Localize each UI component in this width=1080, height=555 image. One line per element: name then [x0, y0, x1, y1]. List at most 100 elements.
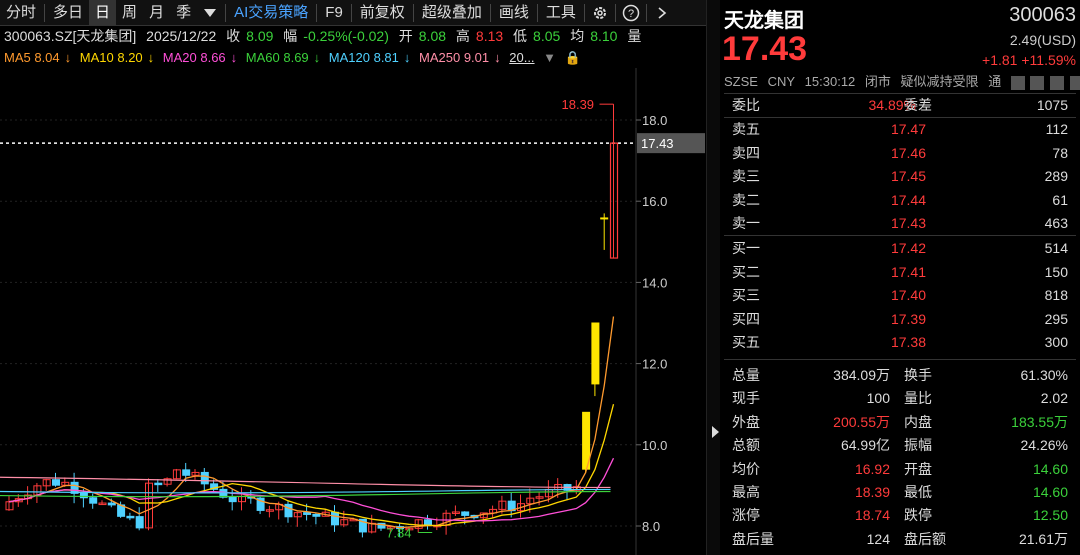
y-tick-label: 12.0 — [642, 357, 667, 372]
ma120-arrow: ↓ — [403, 50, 411, 65]
edit-icon[interactable] — [1010, 75, 1025, 90]
toolbar-divider — [316, 3, 318, 22]
weicha-label: 委差 — [904, 97, 932, 113]
ai-strategy-button[interactable]: AI交易策略 — [228, 0, 314, 26]
tab-weekly[interactable]: 周 — [116, 0, 143, 26]
tab-daily[interactable]: 日 — [89, 0, 117, 26]
volume-label: 量 — [627, 28, 642, 44]
f9-button[interactable]: F9 — [319, 0, 349, 26]
stat-value: 21.61万 — [1018, 530, 1068, 547]
ma-more-link[interactable]: 20... — [509, 50, 534, 65]
ask-level-label: 卖三 — [732, 168, 760, 184]
ask-volume: 289 — [1044, 168, 1068, 184]
currency: CNY — [767, 74, 796, 89]
amp-label: 幅 — [283, 28, 298, 44]
ask-level-label: 卖四 — [732, 144, 760, 161]
stat-value: 24.26% — [1020, 437, 1068, 454]
overlay-button[interactable]: 超级叠加 — [416, 0, 488, 26]
candle-body — [600, 217, 609, 220]
adjust-button[interactable]: 前复权 — [354, 0, 411, 26]
y-tick-label: 14.0 — [642, 275, 667, 290]
stats-row: 均价 16.92 开盘 14.60 — [720, 458, 1076, 481]
candle-body — [126, 515, 135, 519]
bid-row: 买四 17.39 295 — [720, 308, 1076, 331]
change-amount: +1.81 — [982, 52, 1018, 68]
bid-volume: 295 — [1044, 310, 1068, 327]
y-tick-label: 18.0 — [642, 113, 667, 128]
stock-name: 天龙集团 — [724, 10, 804, 32]
toolbar-divider — [583, 3, 585, 22]
bid-price: 17.42 — [890, 240, 926, 256]
draw-line-button[interactable]: 画线 — [493, 0, 535, 26]
tab-quarterly[interactable]: 季 — [170, 0, 197, 26]
stat-label: 内盘 — [904, 413, 932, 430]
candle-body — [200, 471, 209, 485]
stats-row: 外盘 200.55万 内盘 183.55万 — [720, 411, 1076, 434]
bid-price: 17.39 — [890, 310, 926, 327]
toolbar-divider — [645, 3, 647, 22]
ask-level-label: 卖五 — [732, 121, 760, 137]
toolbar-divider — [350, 3, 352, 22]
divider — [724, 359, 1076, 360]
stat-value: 14.60 — [1032, 484, 1068, 500]
stat-value: 64.99亿 — [840, 437, 890, 454]
tab-monthly[interactable]: 月 — [143, 0, 170, 26]
toolbar-divider — [536, 3, 538, 22]
ma10-arrow: ↓ — [147, 50, 155, 65]
stat-value: 183.55万 — [1011, 413, 1068, 430]
stat-value: 14.60 — [1032, 460, 1068, 477]
exchange: SZSE — [724, 74, 758, 89]
panel-splitter[interactable] — [706, 0, 720, 555]
ask-row: 卖五 17.47 112 — [720, 118, 1076, 141]
ma-legend: MA5 8.04 ↓ MA10 8.20 ↓ MA20 8.66 ↓ MA60 8.6… — [0, 48, 706, 68]
ma5-arrow: ↓ — [64, 50, 72, 65]
bid-level-label: 买二 — [732, 263, 760, 280]
open-label: 开 — [398, 28, 413, 44]
kline-chart-svg: 18.0 16.0 14.0 12.0 10.0 8.0 17.43 18.39 7.84 — [0, 68, 705, 555]
ma120-label: MA120 8.81 — [328, 50, 399, 65]
bid-volume: 150 — [1044, 263, 1068, 280]
add-icon[interactable] — [1069, 75, 1080, 90]
alert-icon[interactable] — [1030, 75, 1045, 90]
stat-value: 124 — [866, 530, 890, 547]
tab-multi-day[interactable]: 多日 — [47, 0, 89, 26]
stats-row: 总额 64.99亿 振幅 24.26% — [720, 434, 1076, 457]
usd-price: 2.49(USD) — [1009, 32, 1076, 48]
avg-label: 均 — [570, 28, 585, 44]
stats-row: 最高 18.39 最低 14.60 — [720, 481, 1076, 504]
candle-body — [52, 479, 60, 486]
help-icon[interactable]: ? — [618, 0, 644, 26]
low-value: 8.05 — [533, 28, 561, 44]
quote-time: 15:30:12 — [804, 74, 856, 89]
stat-label: 盘后额 — [904, 530, 946, 547]
chevron-right-icon[interactable] — [649, 0, 675, 26]
stat-label: 跌停 — [904, 507, 932, 524]
ma-dropdown-icon[interactable]: ▼ — [543, 50, 556, 65]
bid-row: 买三 17.40 818 — [720, 284, 1076, 307]
weicha-value: 1075 — [1036, 97, 1068, 113]
stat-value: 18.74 — [854, 507, 890, 524]
kline-chart[interactable]: 18.0 16.0 14.0 12.0 10.0 8.0 17.43 18.39 7.84 — [0, 68, 706, 555]
tab-intraday[interactable]: 分时 — [0, 0, 42, 26]
stat-label: 总额 — [732, 437, 760, 454]
stat-value: 2.02 — [1040, 390, 1068, 407]
high-value: 8.13 — [475, 28, 504, 44]
stat-label: 最高 — [732, 484, 760, 500]
candle-body — [331, 511, 339, 526]
tools-button[interactable]: 工具 — [540, 0, 582, 26]
period-dropdown-icon[interactable] — [197, 0, 223, 26]
share-icon[interactable] — [1050, 75, 1065, 90]
stats-row: 涨停 18.74 跌停 12.50 — [720, 504, 1076, 527]
stat-value: 16.92 — [854, 460, 890, 477]
restriction-note: 疑似减持受限 — [900, 74, 979, 89]
last-price: 17.43 — [722, 30, 808, 68]
current-price-label: 17.43 — [641, 136, 674, 151]
y-tick-label: 10.0 — [642, 438, 667, 453]
ask-price: 17.43 — [890, 215, 926, 231]
ask-price: 17.44 — [890, 191, 926, 208]
toolbar-divider — [225, 3, 227, 22]
stat-label: 开盘 — [904, 460, 932, 477]
bar-date: 2025/12/22 — [146, 28, 217, 44]
gear-icon[interactable] — [587, 0, 613, 26]
quote-meta: SZSE CNY 15:30:12 闭市 疑似减持受限 通 — [724, 73, 1080, 91]
